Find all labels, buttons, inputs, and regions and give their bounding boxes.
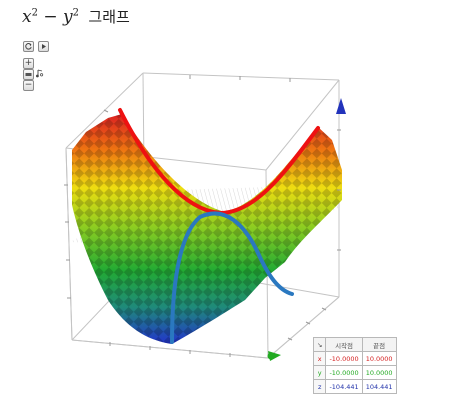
range-end[interactable]: 104.441 bbox=[361, 379, 397, 394]
axis-label: y bbox=[312, 365, 327, 380]
table-row: y -10.0000 10.0000 bbox=[312, 365, 397, 380]
range-end[interactable]: 10.0000 bbox=[361, 351, 397, 366]
z-axis-handle[interactable] bbox=[336, 98, 346, 114]
end-header: 끝점 bbox=[361, 337, 397, 352]
table-row: x -10.0000 10.0000 bbox=[312, 351, 397, 366]
range-end[interactable]: 10.0000 bbox=[361, 365, 397, 380]
range-start[interactable]: -10.0000 bbox=[325, 365, 363, 380]
start-header: 시작점 bbox=[325, 337, 363, 352]
range-table-corner: ↘ bbox=[312, 337, 327, 352]
range-table: ↘ 시작점 끝점 x -10.0000 10.0000 y -10.0000 1… bbox=[312, 337, 397, 394]
table-row: z -104.441 104.441 bbox=[312, 379, 397, 394]
range-start[interactable]: -104.441 bbox=[325, 379, 363, 394]
axis-label: z bbox=[312, 379, 327, 394]
range-start[interactable]: -10.0000 bbox=[325, 351, 363, 366]
axis-label: x bbox=[312, 351, 327, 366]
